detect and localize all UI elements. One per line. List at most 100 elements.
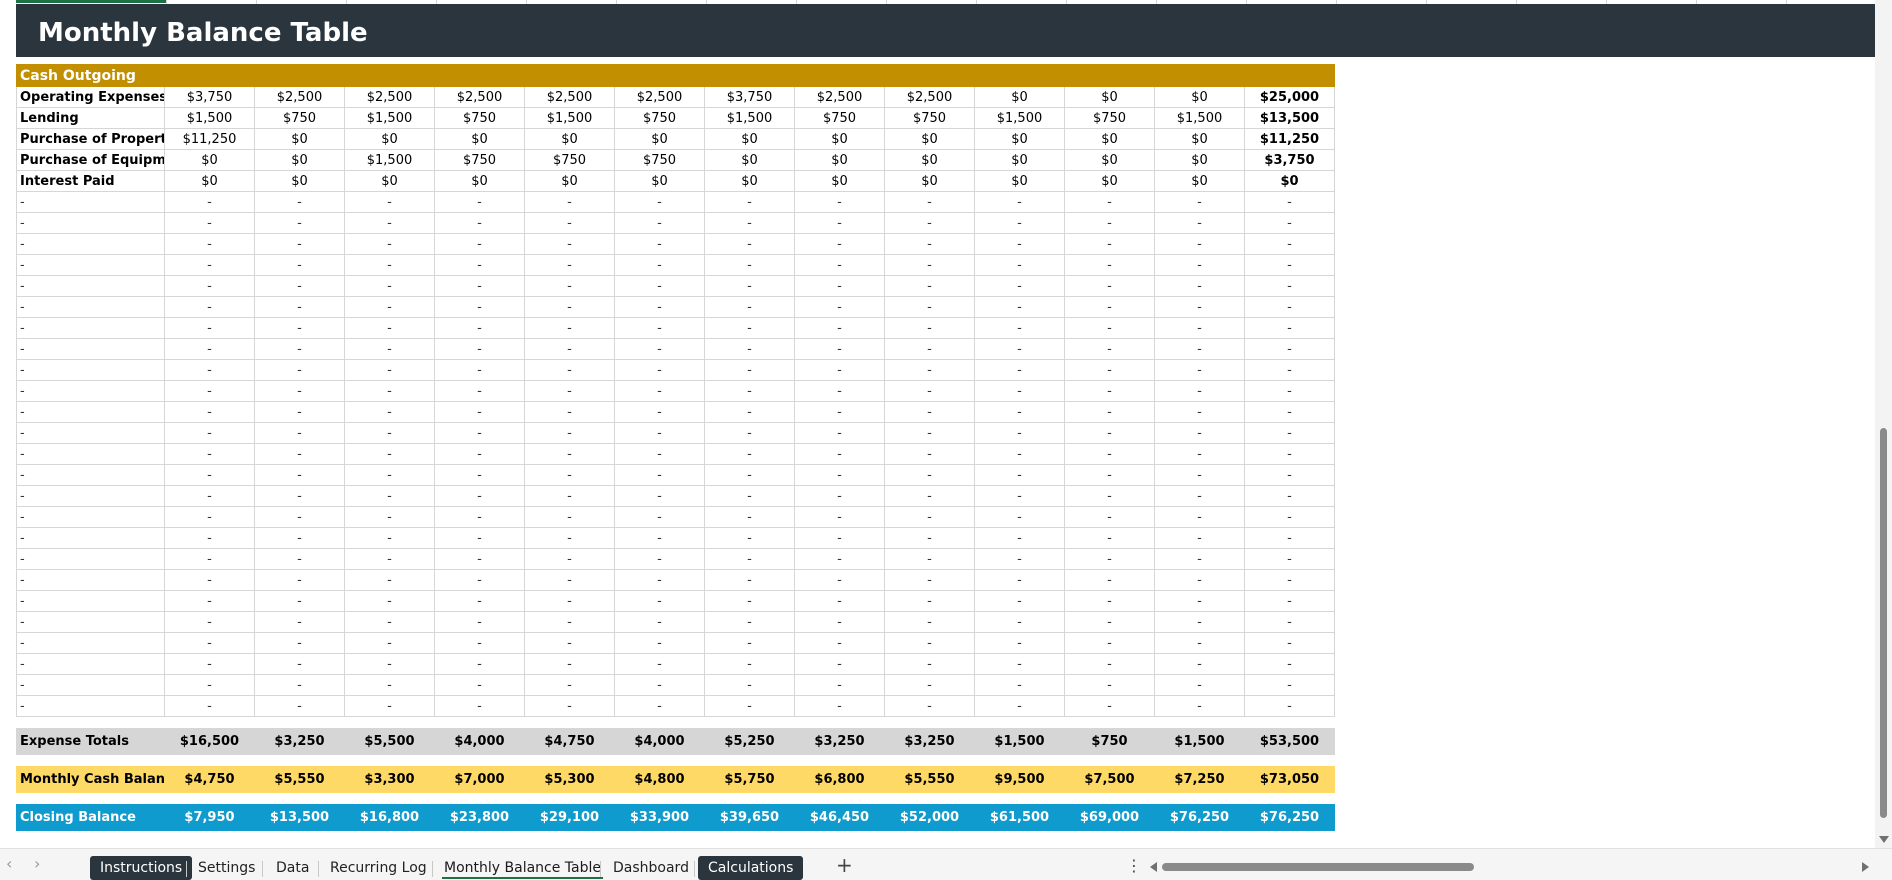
blank-cell[interactable]: -	[164, 422, 255, 444]
blank-label-cell[interactable]: -	[16, 422, 165, 444]
value-cell[interactable]: $1,500	[524, 107, 615, 129]
blank-cell[interactable]: -	[704, 212, 795, 234]
blank-cell[interactable]: -	[434, 674, 525, 696]
blank-cell[interactable]: -	[434, 275, 525, 297]
blank-cell[interactable]: -	[434, 611, 525, 633]
blank-label-cell[interactable]: -	[16, 191, 165, 213]
blank-cell[interactable]: -	[254, 401, 345, 423]
blank-cell[interactable]: -	[1244, 527, 1335, 549]
blank-label-cell[interactable]: -	[16, 443, 165, 465]
closing-balance-row-cell[interactable]: $76,250	[1244, 804, 1335, 831]
blank-cell[interactable]: -	[1154, 296, 1245, 318]
blank-cell[interactable]: -	[254, 212, 345, 234]
blank-cell[interactable]: -	[1154, 464, 1245, 486]
chevron-left-icon[interactable]: ‹	[6, 854, 12, 873]
blank-cell[interactable]: -	[254, 506, 345, 528]
scroll-left-icon[interactable]	[1150, 862, 1157, 872]
blank-cell[interactable]: -	[434, 338, 525, 360]
blank-cell[interactable]: -	[794, 485, 885, 507]
blank-label-cell[interactable]: -	[16, 674, 165, 696]
blank-cell[interactable]: -	[1154, 233, 1245, 255]
blank-cell[interactable]: -	[164, 338, 255, 360]
blank-cell[interactable]: -	[1064, 527, 1155, 549]
blank-cell[interactable]: -	[344, 359, 435, 381]
blank-label-cell[interactable]: -	[16, 254, 165, 276]
blank-cell[interactable]: -	[614, 569, 705, 591]
blank-cell[interactable]: -	[164, 317, 255, 339]
blank-cell[interactable]: -	[614, 548, 705, 570]
blank-cell[interactable]: -	[344, 569, 435, 591]
row-label[interactable]: Interest Paid	[16, 170, 165, 192]
blank-cell[interactable]: -	[344, 380, 435, 402]
blank-cell[interactable]: -	[974, 569, 1065, 591]
value-cell[interactable]: $0	[884, 170, 975, 192]
blank-label-cell[interactable]: -	[16, 653, 165, 675]
blank-cell[interactable]: -	[1064, 254, 1155, 276]
value-cell[interactable]: $0	[794, 170, 885, 192]
blank-cell[interactable]: -	[524, 548, 615, 570]
blank-cell[interactable]: -	[344, 695, 435, 717]
blank-label-cell[interactable]: -	[16, 632, 165, 654]
value-cell[interactable]: $2,500	[434, 86, 525, 108]
blank-cell[interactable]: -	[704, 506, 795, 528]
blank-cell[interactable]: -	[434, 506, 525, 528]
blank-cell[interactable]: -	[1244, 275, 1335, 297]
blank-cell[interactable]: -	[704, 422, 795, 444]
blank-cell[interactable]: -	[1154, 611, 1245, 633]
blank-cell[interactable]: -	[614, 359, 705, 381]
blank-cell[interactable]: -	[974, 527, 1065, 549]
blank-cell[interactable]: -	[704, 485, 795, 507]
blank-cell[interactable]: -	[1244, 338, 1335, 360]
blank-cell[interactable]: -	[164, 212, 255, 234]
value-cell[interactable]: $2,500	[884, 86, 975, 108]
blank-label-cell[interactable]: -	[16, 296, 165, 318]
blank-cell[interactable]: -	[524, 590, 615, 612]
horizontal-scroll-thumb[interactable]	[1162, 863, 1474, 871]
blank-cell[interactable]: -	[1244, 401, 1335, 423]
row-total-cell[interactable]: $3,750	[1244, 149, 1335, 171]
blank-label-cell[interactable]: -	[16, 317, 165, 339]
blank-cell[interactable]: -	[974, 296, 1065, 318]
blank-cell[interactable]: -	[344, 233, 435, 255]
blank-cell[interactable]: -	[884, 548, 975, 570]
blank-cell[interactable]: -	[164, 632, 255, 654]
blank-cell[interactable]: -	[794, 527, 885, 549]
blank-cell[interactable]: -	[1064, 653, 1155, 675]
blank-cell[interactable]: -	[524, 422, 615, 444]
blank-cell[interactable]: -	[704, 443, 795, 465]
blank-cell[interactable]: -	[884, 212, 975, 234]
blank-cell[interactable]: -	[1154, 590, 1245, 612]
row-label[interactable]: Lending	[16, 107, 165, 129]
blank-label-cell[interactable]: -	[16, 233, 165, 255]
blank-cell[interactable]: -	[614, 443, 705, 465]
blank-cell[interactable]: -	[974, 506, 1065, 528]
value-cell[interactable]: $3,750	[164, 86, 255, 108]
value-cell[interactable]: $3,750	[704, 86, 795, 108]
blank-cell[interactable]: -	[344, 674, 435, 696]
expense-totals-row-cell[interactable]: $3,250	[794, 728, 885, 755]
blank-cell[interactable]: -	[614, 401, 705, 423]
blank-cell[interactable]: -	[164, 359, 255, 381]
blank-cell[interactable]: -	[1244, 254, 1335, 276]
blank-cell[interactable]: -	[434, 443, 525, 465]
blank-cell[interactable]: -	[794, 653, 885, 675]
blank-cell[interactable]: -	[794, 338, 885, 360]
section-header-label[interactable]: Cash Outgoing	[16, 64, 165, 87]
blank-label-cell[interactable]: -	[16, 485, 165, 507]
blank-cell[interactable]: -	[704, 254, 795, 276]
blank-label-cell[interactable]: -	[16, 590, 165, 612]
blank-cell[interactable]: -	[434, 401, 525, 423]
blank-cell[interactable]: -	[254, 548, 345, 570]
blank-cell[interactable]: -	[974, 590, 1065, 612]
blank-cell[interactable]: -	[1244, 233, 1335, 255]
blank-cell[interactable]: -	[614, 212, 705, 234]
blank-cell[interactable]: -	[974, 359, 1065, 381]
closing-balance-row-cell[interactable]: $76,250	[1154, 804, 1245, 831]
blank-cell[interactable]: -	[1064, 275, 1155, 297]
expense-totals-row-cell[interactable]: $4,000	[614, 728, 705, 755]
value-cell[interactable]: $750	[434, 149, 525, 171]
value-cell[interactable]: $0	[974, 128, 1065, 150]
expense-totals-row-cell[interactable]: $5,500	[344, 728, 435, 755]
blank-cell[interactable]: -	[1154, 695, 1245, 717]
value-cell[interactable]: $0	[254, 128, 345, 150]
